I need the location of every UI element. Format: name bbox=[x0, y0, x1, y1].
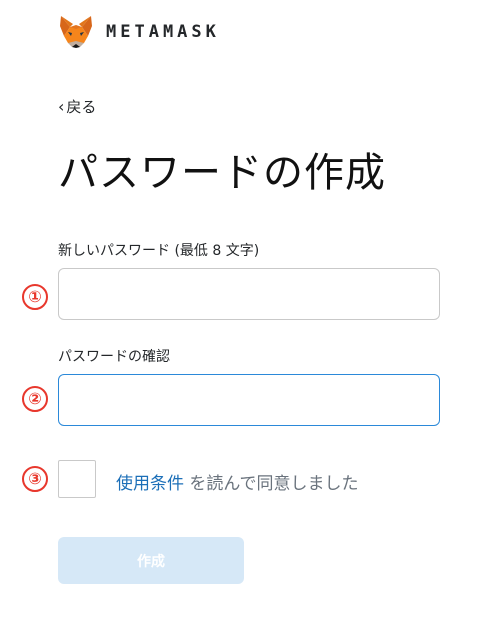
metamask-logo: METAMASK bbox=[58, 14, 220, 50]
confirm-password-label: パスワードの確認 bbox=[58, 349, 170, 365]
new-password-field[interactable] bbox=[58, 268, 440, 320]
chevron-left-icon: ‹ bbox=[58, 96, 65, 116]
terms-checkbox[interactable] bbox=[58, 460, 96, 498]
back-link[interactable]: ‹ 戻る bbox=[58, 96, 96, 117]
brand-wordmark: METAMASK bbox=[106, 22, 220, 42]
fox-icon bbox=[58, 14, 94, 50]
create-button[interactable]: 作成 bbox=[58, 537, 244, 584]
annotation-marker-3: ③ bbox=[22, 466, 48, 492]
annotation-marker-1: ① bbox=[22, 284, 48, 310]
terms-agreement: 使用条件 を読んで同意しました bbox=[116, 469, 359, 494]
back-label: 戻る bbox=[66, 98, 97, 116]
terms-of-use-link[interactable]: 使用条件 bbox=[116, 474, 184, 494]
new-password-label: 新しいパスワード (最低 8 文字) bbox=[58, 243, 260, 259]
terms-agreement-text: を読んで同意しました bbox=[184, 474, 359, 494]
page-title: パスワードの作成 bbox=[58, 150, 386, 196]
confirm-password-field[interactable] bbox=[58, 374, 440, 426]
annotation-marker-2: ② bbox=[22, 386, 48, 412]
